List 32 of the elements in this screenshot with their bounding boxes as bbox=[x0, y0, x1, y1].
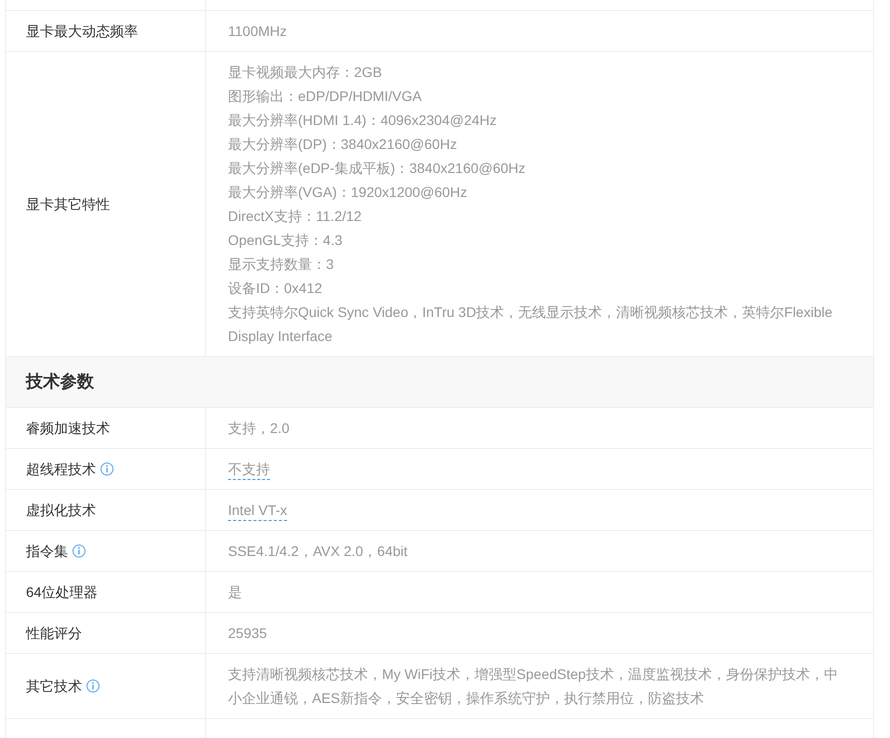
spec-value: 最大分辨率(HDMI 1.4)：4096x2304@24Hz bbox=[228, 112, 497, 128]
spec-value: DirectX支持：11.2/12 bbox=[228, 208, 362, 224]
spec-value: 支持英特尔Quick Sync Video，InTru 3D技术，无线显示技术，清晰视频核芯技术，英特尔Flexible Display Interface bbox=[228, 304, 832, 344]
spec-value: 最大分辨率(eDP-集成平板)：3840x2160@60Hz bbox=[228, 160, 526, 176]
spec-value: 1100MHz bbox=[228, 23, 287, 39]
spec-value: SSE4.1/4.2，AVX 2.0，64bit bbox=[228, 543, 408, 559]
spec-value: 图形输出：eDP/DP/HDMI/VGA bbox=[228, 88, 422, 104]
info-icon[interactable] bbox=[100, 462, 114, 476]
spec-value: 最大分辨率(DP)：3840x2160@60Hz bbox=[228, 136, 457, 152]
spec-value: 支持，2.0 bbox=[228, 420, 290, 436]
spec-value: 支持清晰视频核芯技术，My WiFi技术，增强型SpeedStep技术，温度监视技术，身份保护技术，中小企业通锐，AES新指令，安全密钥，操作系统守护，执行禁用位，防盗技术 bbox=[228, 666, 838, 706]
spec-value-link[interactable]: Intel VT-x bbox=[228, 500, 288, 521]
spec-value: 25935 bbox=[228, 625, 267, 641]
spec-value: 显卡视频最大内存：2GB bbox=[228, 64, 382, 80]
spec-value: OpenGL支持：4.3 bbox=[228, 232, 342, 248]
spec-value-link[interactable]: 不支持 bbox=[228, 459, 270, 480]
spec-label: 64位处理器 bbox=[26, 582, 98, 602]
info-icon[interactable] bbox=[72, 544, 86, 558]
spec-label: 性能评分 bbox=[26, 624, 82, 642]
spec-label: 显卡最大动态频率 bbox=[26, 22, 138, 40]
spec-label: 虚拟化技术 bbox=[26, 500, 96, 520]
spec-label: 其它技术 bbox=[26, 676, 82, 696]
section-title: 技术参数 bbox=[26, 371, 94, 394]
spec-value: 显示支持数量：3 bbox=[228, 256, 334, 272]
spec-label: 睿频加速技术 bbox=[26, 418, 110, 438]
spec-value: 设备ID：0x412 bbox=[228, 280, 322, 296]
spec-label: 超线程技术 bbox=[26, 460, 96, 478]
spec-value: 最大分辨率(VGA)：1920x1200@60Hz bbox=[228, 184, 468, 200]
spec-label: 指令集 bbox=[26, 542, 68, 560]
spec-value: 是 bbox=[228, 584, 242, 600]
info-icon[interactable] bbox=[86, 679, 100, 693]
spec-label: 显卡其它特性 bbox=[26, 194, 110, 214]
